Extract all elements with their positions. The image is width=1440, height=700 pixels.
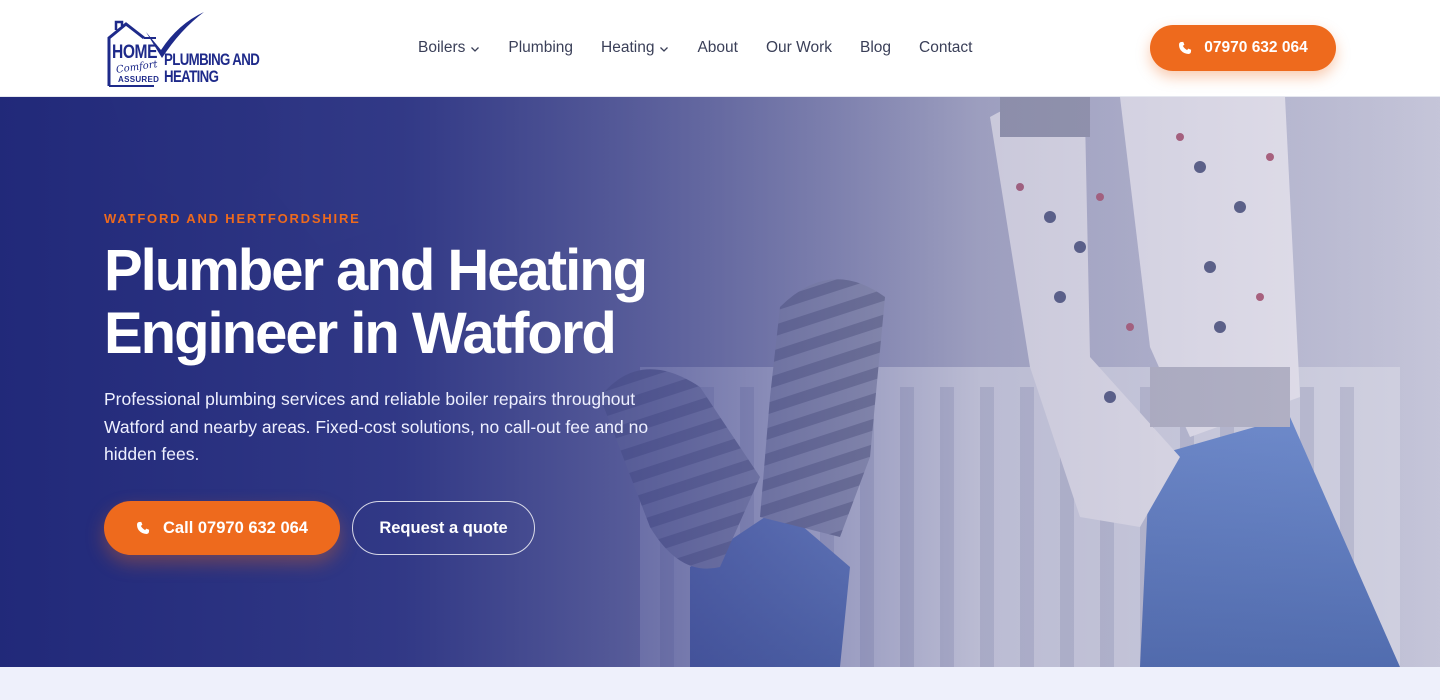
request-quote-button[interactable]: Request a quote [352,501,535,555]
nav-item-contact[interactable]: Contact [919,39,972,57]
hero-title-line-2: Engineer in Watford [104,301,617,366]
request-quote-label: Request a quote [379,518,508,537]
nav-item-label: Blog [860,39,892,56]
nav-item-label: Plumbing [508,39,574,56]
nav-item-boilers[interactable]: Boilers [418,39,480,57]
logo-heating-text: HEATING [164,67,219,86]
nav-item-about[interactable]: About [697,39,738,57]
hero-section: WATFORD AND HERTFORDSHIRE Plumber and He… [0,97,1440,667]
hero-title-line-1: Plumber and Heating [104,238,648,303]
phone-icon [1179,41,1192,54]
nav-item-plumbing[interactable]: Plumbing [508,39,573,57]
next-section-strip [0,667,1440,700]
header-phone-button[interactable]: 07970 632 064 [1150,25,1336,71]
nav-item-our-work[interactable]: Our Work [766,39,832,57]
nav-item-label: Heating [601,39,655,56]
phone-icon [137,521,150,534]
hero-overlay [0,97,1440,667]
hero-description: Professional plumbing services and relia… [104,389,649,464]
logo-assured-text: ASSURED [118,75,160,84]
site-header: HOME Comfort ASSURED PLUMBING AND HEATIN… [0,0,1440,97]
call-button-label: Call 07970 632 064 [163,518,308,537]
header-phone-label: 07970 632 064 [1204,39,1308,56]
nav-item-label: Boilers [418,39,466,56]
chevron-down-icon [660,46,669,52]
call-button[interactable]: Call 07970 632 064 [104,501,340,555]
site-logo[interactable]: HOME Comfort ASSURED PLUMBING AND HEATIN… [106,10,260,88]
nav-item-label: Contact [919,39,973,56]
main-nav: Boilers Plumbing Heating About Our Work … [418,37,972,59]
nav-item-label: Our Work [765,39,832,56]
nav-item-heating[interactable]: Heating [601,39,669,57]
chevron-down-icon [471,46,480,52]
hero-eyebrow: WATFORD AND HERTFORDSHIRE [104,211,361,226]
hero-title: Plumber and Heating Engineer in Watford [104,239,744,365]
nav-item-label: About [697,39,738,56]
nav-item-blog[interactable]: Blog [860,39,891,57]
